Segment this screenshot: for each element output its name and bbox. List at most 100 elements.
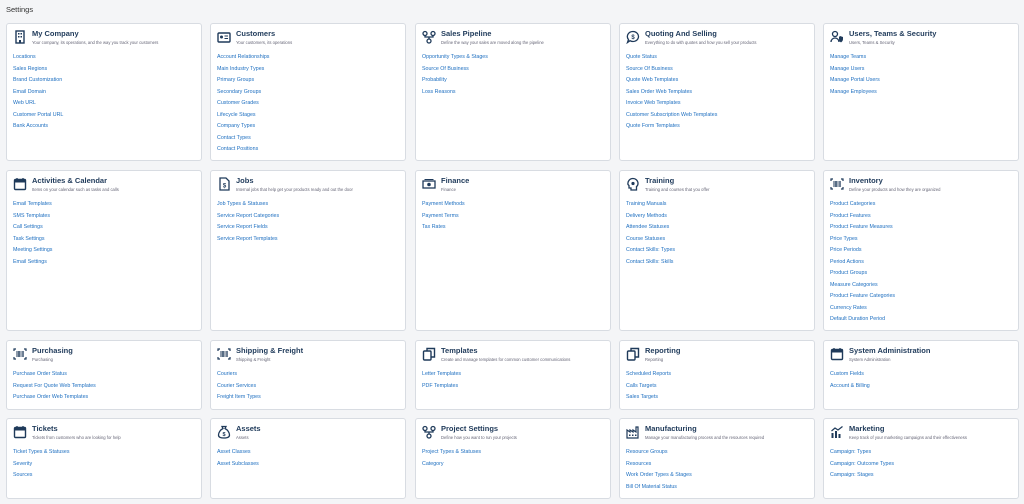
settings-link-invoice-web-templates[interactable]: Invoice Web Templates	[626, 98, 808, 110]
settings-link-company-types[interactable]: Company Types	[217, 121, 399, 133]
settings-link-ticket-types-and-statuses[interactable]: Ticket Types & Statuses	[13, 447, 195, 459]
settings-link-calls-targets[interactable]: Calls Targets	[626, 381, 808, 393]
settings-link-period-actions[interactable]: Period Actions	[830, 257, 1012, 269]
settings-link-job-types-and-statuses[interactable]: Job Types & Statuses	[217, 199, 399, 211]
settings-link-contact-positions[interactable]: Contact Positions	[217, 144, 399, 156]
settings-link-call-settings[interactable]: Call Settings	[13, 222, 195, 234]
settings-link-measure-categories[interactable]: Measure Categories	[830, 280, 1012, 292]
factory-icon	[626, 425, 640, 439]
settings-link-delivery-methods[interactable]: Delivery Methods	[626, 211, 808, 223]
settings-link-primary-groups[interactable]: Primary Groups	[217, 75, 399, 87]
settings-link-resources[interactable]: Resources	[626, 459, 808, 471]
settings-link-sales-regions[interactable]: Sales Regions	[13, 64, 195, 76]
card-links: Training Manuals Delivery Methods Attendee…	[626, 199, 808, 268]
settings-link-account-and-billing[interactable]: Account & Billing	[830, 381, 1012, 393]
settings-link-service-report-templates[interactable]: Service Report Templates	[217, 234, 399, 246]
settings-link-manage-employees[interactable]: Manage Employees	[830, 87, 1012, 99]
settings-link-training-manuals[interactable]: Training Manuals	[626, 199, 808, 211]
settings-link-meeting-settings[interactable]: Meeting Settings	[13, 245, 195, 257]
settings-link-email-templates[interactable]: Email Templates	[13, 199, 195, 211]
settings-link-severity[interactable]: Severity	[13, 459, 195, 471]
settings-link-brand-customization[interactable]: Brand Customization	[13, 75, 195, 87]
settings-link-web-url[interactable]: Web URL	[13, 98, 195, 110]
settings-link-service-report-fields[interactable]: Service Report Fields	[217, 222, 399, 234]
settings-link-loss-reasons[interactable]: Loss Reasons	[422, 87, 604, 99]
settings-link-campaign-stages[interactable]: Campaign: Stages	[830, 470, 1012, 482]
settings-link-product-categories[interactable]: Product Categories	[830, 199, 1012, 211]
settings-link-product-feature-measures[interactable]: Product Feature Measures	[830, 222, 1012, 234]
settings-link-purchase-order-web-templates[interactable]: Purchase Order Web Templates	[13, 392, 195, 404]
settings-link-campaign-outcome-types[interactable]: Campaign: Outcome Types	[830, 459, 1012, 471]
settings-link-price-periods[interactable]: Price Periods	[830, 245, 1012, 257]
svg-text:$: $	[631, 35, 635, 41]
settings-link-customer-subscription-web-templates[interactable]: Customer Subscription Web Templates	[626, 110, 808, 122]
settings-link-manage-users[interactable]: Manage Users	[830, 64, 1012, 76]
settings-link-letter-templates[interactable]: Letter Templates	[422, 369, 604, 381]
settings-link-asset-classes[interactable]: Asset Classes	[217, 447, 399, 459]
settings-link-scheduled-reports[interactable]: Scheduled Reports	[626, 369, 808, 381]
settings-link-sales-order-web-templates[interactable]: Sales Order Web Templates	[626, 87, 808, 99]
settings-link-bill-of-material-status[interactable]: Bill Of Material Status	[626, 482, 808, 494]
settings-link-manage-teams[interactable]: Manage Teams	[830, 52, 1012, 64]
settings-link-quote-web-templates[interactable]: Quote Web Templates	[626, 75, 808, 87]
card-subtitle: Items on your calendar such as tasks and…	[32, 187, 119, 192]
card-header: Finance Finance	[422, 176, 604, 192]
dollar-doc-icon: $	[217, 177, 231, 191]
settings-link-opportunity-types-and-stages[interactable]: Opportunity Types & Stages	[422, 52, 604, 64]
settings-link-course-statuses[interactable]: Course Statuses	[626, 234, 808, 246]
settings-link-purchase-order-status[interactable]: Purchase Order Status	[13, 369, 195, 381]
settings-link-contact-types[interactable]: Contact Types	[217, 133, 399, 145]
settings-link-source-of-business[interactable]: Source Of Business	[626, 64, 808, 76]
card-title: Jobs	[236, 176, 254, 185]
settings-link-couriers[interactable]: Couriers	[217, 369, 399, 381]
settings-link-secondary-groups[interactable]: Secondary Groups	[217, 87, 399, 99]
settings-link-quote-form-templates[interactable]: Quote Form Templates	[626, 121, 808, 133]
settings-link-customer-grades[interactable]: Customer Grades	[217, 98, 399, 110]
settings-link-customer-portal-url[interactable]: Customer Portal URL	[13, 110, 195, 122]
settings-link-freight-item-types[interactable]: Freight Item Types	[217, 392, 399, 404]
settings-link-quote-status[interactable]: Quote Status	[626, 52, 808, 64]
settings-link-service-report-categories[interactable]: Service Report Categories	[217, 211, 399, 223]
settings-link-task-settings[interactable]: Task Settings	[13, 234, 195, 246]
card-links: Couriers Courier Services Freight Item Typ…	[217, 369, 399, 404]
card-header: Sales Pipeline Define the way your sales …	[422, 29, 604, 45]
settings-link-locations[interactable]: Locations	[13, 52, 195, 64]
settings-link-main-industry-types[interactable]: Main Industry Types	[217, 64, 399, 76]
settings-link-default-duration-period[interactable]: Default Duration Period	[830, 314, 1012, 326]
settings-link-attendee-statuses[interactable]: Attendee Statuses	[626, 222, 808, 234]
settings-link-payment-methods[interactable]: Payment Methods	[422, 199, 604, 211]
settings-link-email-domain[interactable]: Email Domain	[13, 87, 195, 99]
settings-link-price-types[interactable]: Price Types	[830, 234, 1012, 246]
settings-link-lifecycle-stages[interactable]: Lifecycle Stages	[217, 110, 399, 122]
card-title: Tickets	[32, 424, 58, 433]
settings-link-account-relationships[interactable]: Account Relationships	[217, 52, 399, 64]
settings-link-courier-services[interactable]: Courier Services	[217, 381, 399, 393]
settings-link-payment-terms[interactable]: Payment Terms	[422, 211, 604, 223]
settings-link-project-types-and-statuses[interactable]: Project Types & Statuses	[422, 447, 604, 459]
settings-link-pdf-templates[interactable]: PDF Templates	[422, 381, 604, 393]
settings-link-contact-skills-types[interactable]: Contact Skills: Types	[626, 245, 808, 257]
settings-link-email-settings[interactable]: Email Settings	[13, 257, 195, 269]
settings-link-category[interactable]: Category	[422, 459, 604, 471]
settings-link-campaign-types[interactable]: Campaign: Types	[830, 447, 1012, 459]
settings-card-reporting: Reporting Reporting Scheduled Reports Calls…	[619, 340, 815, 410]
settings-link-asset-subclasses[interactable]: Asset Subclasses	[217, 459, 399, 471]
settings-link-sources[interactable]: Sources	[13, 470, 195, 482]
settings-link-tax-rates[interactable]: Tax Rates	[422, 222, 604, 234]
barcode-icon	[13, 347, 27, 361]
settings-link-work-order-types-and-stages[interactable]: Work Order Types & Stages	[626, 470, 808, 482]
settings-link-manage-portal-users[interactable]: Manage Portal Users	[830, 75, 1012, 87]
settings-link-request-for-quote-web-templates[interactable]: Request For Quote Web Templates	[13, 381, 195, 393]
settings-link-probability[interactable]: Probability	[422, 75, 604, 87]
settings-link-contact-skills-skills[interactable]: Contact Skills: Skills	[626, 257, 808, 269]
settings-link-source-of-business[interactable]: Source Of Business	[422, 64, 604, 76]
settings-link-currency-rates[interactable]: Currency Rates	[830, 303, 1012, 315]
settings-link-custom-fields[interactable]: Custom Fields	[830, 369, 1012, 381]
settings-link-product-feature-categories[interactable]: Product Feature Categories	[830, 291, 1012, 303]
settings-link-sms-templates[interactable]: SMS Templates	[13, 211, 195, 223]
settings-link-bank-accounts[interactable]: Bank Accounts	[13, 121, 195, 133]
settings-link-sales-targets[interactable]: Sales Targets	[626, 392, 808, 404]
settings-link-product-groups[interactable]: Product Groups	[830, 268, 1012, 280]
settings-link-resource-groups[interactable]: Resource Groups	[626, 447, 808, 459]
settings-link-product-features[interactable]: Product Features	[830, 211, 1012, 223]
